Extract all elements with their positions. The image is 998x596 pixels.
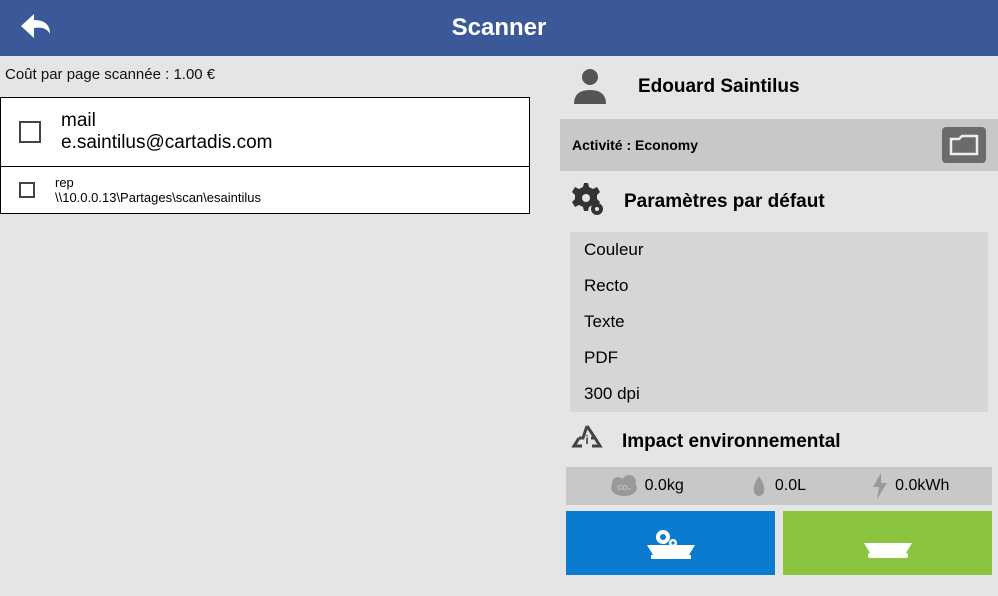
svg-text:CO₂: CO₂ [617, 485, 631, 492]
destination-label: mail [61, 110, 272, 132]
destinations-panel: Coût par page scannée : 1.00 € mail e.sa… [0, 56, 560, 596]
activity-row[interactable]: Activité : Economy [560, 119, 998, 171]
user-icon [570, 64, 610, 109]
scanner-icon [860, 523, 916, 563]
activity-label: Activité : Economy [572, 137, 698, 153]
destination-item-mail[interactable]: mail e.saintilus@cartadis.com [1, 98, 529, 167]
folder-icon[interactable] [942, 127, 986, 163]
param-color: Couleur [570, 232, 988, 268]
back-button[interactable] [0, 8, 72, 49]
back-arrow-icon [16, 8, 56, 44]
water-drop-icon [749, 474, 769, 498]
scan-settings-button[interactable] [566, 511, 775, 575]
settings-gear-icon [570, 181, 606, 222]
water-metric: 0.0L [749, 474, 806, 498]
impact-metrics: CO₂ 0.0kg 0.0L 0.0kWh [566, 467, 992, 505]
app-header: Scanner [0, 0, 998, 56]
param-duplex: Recto [570, 268, 988, 304]
side-panel: Edouard Saintilus Activité : Economy [560, 56, 998, 596]
destination-address: \\10.0.0.13\Partages\scan\esaintilus [55, 190, 261, 205]
user-name: Edouard Saintilus [638, 76, 800, 98]
cost-per-page-label: Coût par page scannée : 1.00 € [0, 56, 560, 97]
parameters-header: Paramètres par défaut [560, 171, 998, 228]
co2-icon: CO₂ [609, 475, 639, 497]
checkbox-icon[interactable] [19, 121, 41, 143]
scan-settings-icon [643, 523, 699, 563]
co2-metric: CO₂ 0.0kg [609, 475, 684, 497]
checkbox-icon[interactable] [19, 182, 35, 198]
energy-metric: 0.0kWh [871, 473, 949, 499]
impact-title: Impact environnemental [622, 431, 841, 453]
svg-text:i: i [585, 433, 588, 447]
action-buttons [560, 511, 998, 581]
destination-list: mail e.saintilus@cartadis.com rep \\10.0… [0, 97, 530, 214]
parameters-title: Paramètres par défaut [624, 191, 825, 213]
destination-address: e.saintilus@cartadis.com [61, 132, 272, 154]
user-row: Edouard Saintilus [560, 56, 998, 119]
param-format: PDF [570, 340, 988, 376]
destination-item-rep[interactable]: rep \\10.0.0.13\Partages\scan\esaintilus [1, 167, 529, 213]
destination-label: rep [55, 175, 261, 190]
scan-start-button[interactable] [783, 511, 992, 575]
lightning-icon [871, 473, 889, 499]
parameters-list: Couleur Recto Texte PDF 300 dpi [570, 232, 988, 412]
recycle-icon: i [570, 422, 604, 461]
impact-header: i Impact environnemental [560, 420, 998, 467]
param-mode: Texte [570, 304, 988, 340]
page-title: Scanner [452, 14, 547, 42]
param-dpi: 300 dpi [570, 376, 988, 412]
